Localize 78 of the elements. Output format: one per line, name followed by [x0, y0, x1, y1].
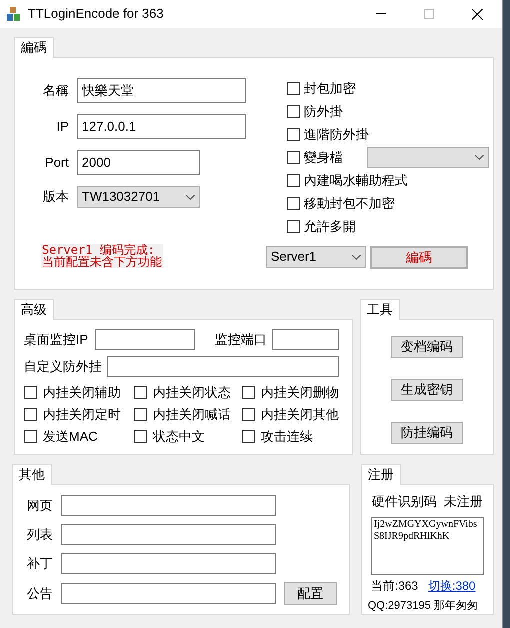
field-label: 列表	[27, 526, 54, 544]
checkbox[interactable]	[24, 430, 37, 443]
caret-icon	[475, 155, 484, 160]
tab[interactable]: 高级	[14, 299, 54, 320]
checkbox[interactable]	[287, 105, 300, 118]
checkbox-label: 状态中文	[153, 428, 205, 446]
dropdown[interactable]: Server1	[266, 246, 366, 268]
checkbox-label: 封包加密	[304, 80, 356, 98]
tab[interactable]: 工具	[360, 299, 400, 320]
checkbox-label: 防外掛	[304, 102, 343, 121]
button[interactable]: 配置	[284, 582, 337, 605]
field-label: 公告	[27, 584, 54, 603]
field-label: 桌面监控IP	[24, 330, 90, 349]
checkbox[interactable]	[242, 430, 255, 443]
field-label: Port	[44, 154, 69, 172]
checkbox-label: 内挂关闭喊话	[153, 406, 231, 424]
contact-text: QQ:2973195 那年匆匆	[368, 598, 478, 614]
tab[interactable]: 其他	[12, 464, 52, 485]
checkbox[interactable]	[287, 220, 300, 233]
checkbox-label: 内挂关闭辅助	[43, 384, 121, 402]
input-field[interactable]	[61, 495, 276, 516]
input-field[interactable]	[61, 524, 276, 545]
button[interactable]: 生成密钥	[391, 379, 463, 401]
button[interactable]: 变档编码	[391, 336, 463, 358]
checkbox[interactable]	[287, 151, 300, 164]
checkbox[interactable]	[242, 386, 255, 399]
checkbox[interactable]	[287, 82, 300, 95]
tab[interactable]: 編碼	[14, 37, 54, 58]
checkbox[interactable]	[24, 386, 37, 399]
checkbox[interactable]	[24, 408, 37, 421]
input-field[interactable]: 2000	[77, 150, 200, 175]
input-field[interactable]	[272, 329, 339, 350]
input-field[interactable]: 127.0.0.1	[77, 114, 246, 139]
input-field[interactable]	[61, 553, 276, 574]
close-icon[interactable]	[472, 8, 483, 20]
checkbox-label: 進階防外掛	[304, 126, 369, 144]
checkbox[interactable]	[134, 408, 147, 421]
checkbox-label: 内挂关闭定时	[43, 406, 121, 424]
input-field[interactable]	[95, 329, 195, 350]
checkbox-label: 攻击连续	[261, 428, 313, 446]
checkbox[interactable]	[287, 128, 300, 141]
checkbox[interactable]	[134, 430, 147, 443]
checkbox-label: 允許多開	[304, 218, 356, 236]
field-label: 硬件识别码	[372, 493, 437, 511]
field-label: 监控端口	[215, 330, 268, 349]
field-label: 版本	[42, 188, 69, 206]
field-label: IP	[56, 118, 69, 136]
button[interactable]: 防挂编码	[391, 422, 463, 444]
checkbox-label: 内挂关闭删物	[261, 384, 339, 402]
checkbox[interactable]	[287, 197, 300, 210]
current-version: 当前:363	[371, 578, 418, 594]
checkbox-label: 變身檔	[304, 148, 343, 167]
input-field[interactable]	[107, 356, 339, 377]
checkbox[interactable]	[242, 408, 255, 421]
field-label: 自定义防外挂	[24, 358, 103, 376]
checkbox-label: 移動封包不加密	[304, 194, 395, 213]
caret-icon	[186, 194, 195, 200]
input-field[interactable]	[61, 583, 276, 604]
caret-icon	[352, 254, 361, 260]
field-label: 名稱	[42, 82, 69, 100]
status-message: Server1 编码完成: 当前配置未含下方功能	[41, 244, 163, 268]
dropdown[interactable]: TW13032701	[77, 186, 200, 208]
checkbox-label: 內建喝水輔助程式	[304, 172, 408, 190]
checkbox[interactable]	[134, 386, 147, 399]
hardware-id-field[interactable]: Ij2wZMGYXGywnFVibs S8IJR9pdRHlKhK	[371, 516, 484, 574]
input-field[interactable]: 快樂天堂	[77, 78, 246, 103]
checkbox-label: 发送MAC	[43, 428, 98, 446]
registration-status: 未注册	[444, 493, 483, 511]
checkbox-label: 内挂关闭其他	[261, 406, 339, 424]
window-title: TTLoginEncode for 363	[28, 5, 164, 24]
button[interactable]: 編碼	[370, 246, 468, 269]
checkbox-label: 内挂关闭状态	[153, 384, 231, 402]
app-icon	[6, 6, 22, 22]
checkbox[interactable]	[287, 174, 300, 187]
field-label: 网页	[27, 496, 54, 515]
tab[interactable]: 注册	[361, 464, 401, 485]
switch-link[interactable]: 切换:380	[428, 576, 476, 594]
field-label: 补丁	[27, 554, 54, 573]
